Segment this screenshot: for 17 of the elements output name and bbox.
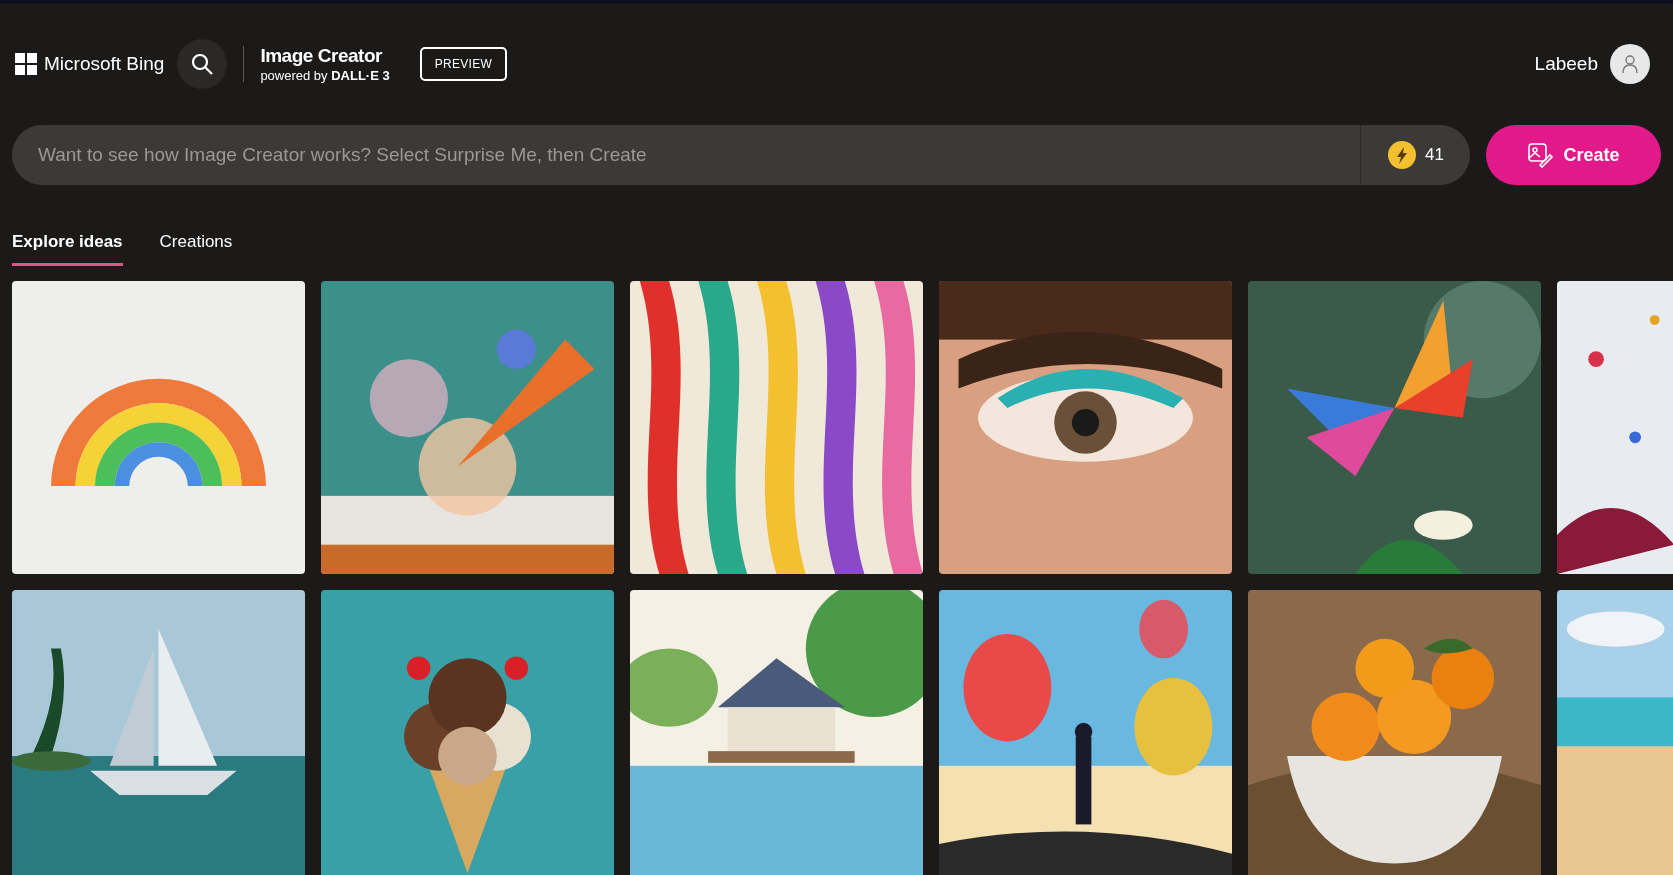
create-button[interactable]: Create (1486, 125, 1661, 185)
tab[interactable]: Creations (159, 229, 233, 266)
tab[interactable]: Explore ideas (12, 229, 123, 266)
preview-badge: PREVIEW (419, 47, 508, 81)
search-icon (190, 52, 215, 76)
boost-count: 41 (1425, 144, 1444, 167)
powered-by-text: powered by DALL·E 3 (260, 67, 390, 84)
lightning-coin-icon (1387, 140, 1418, 170)
windows-logo-icon (15, 53, 37, 75)
search-button[interactable] (177, 39, 228, 89)
brand-name[interactable]: Microsoft Bing (44, 49, 165, 79)
product-title: Image Creator (260, 44, 383, 68)
user-avatar-icon[interactable] (1610, 44, 1650, 84)
user-name[interactable]: Labeeb (1534, 49, 1598, 79)
image-edit-icon (1527, 142, 1554, 168)
prompt-bar[interactable]: Want to see how Image Creator works? Select Surprise Me, then Create 41 (12, 125, 1470, 185)
prompt-field[interactable]: Want to see how Image Creator works? Select Surprise Me, then Create (12, 140, 1361, 170)
